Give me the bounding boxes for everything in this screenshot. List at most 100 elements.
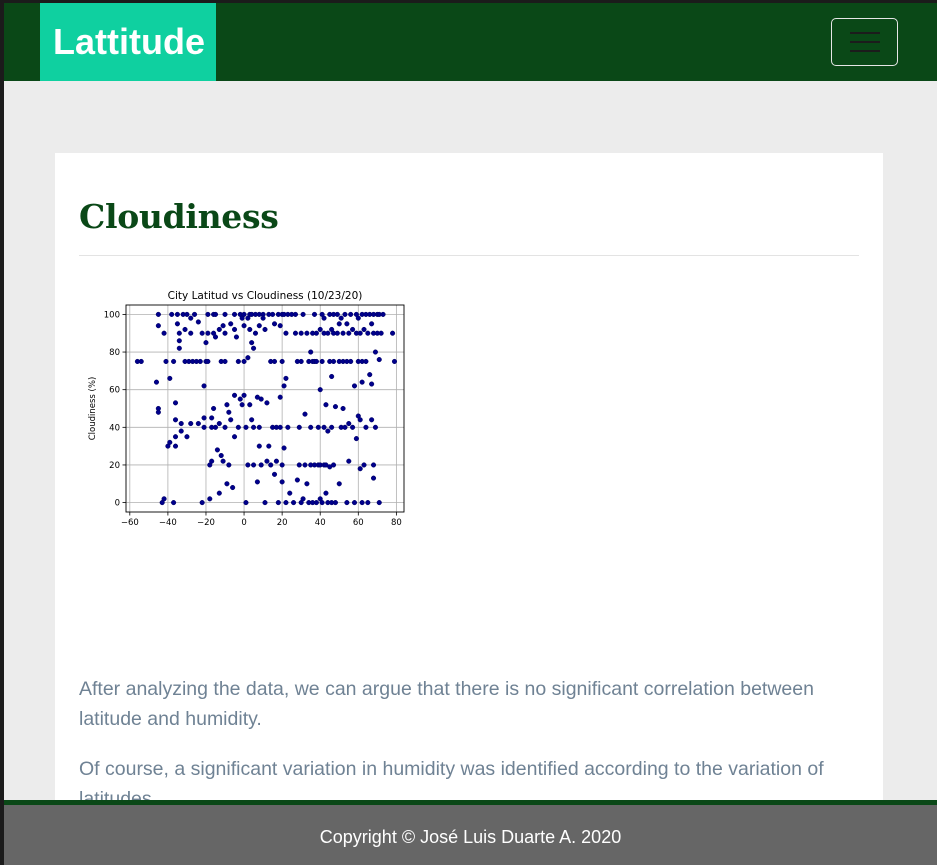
data-point bbox=[239, 402, 245, 408]
data-point bbox=[167, 439, 173, 445]
data-point bbox=[304, 330, 310, 336]
data-point bbox=[216, 326, 222, 333]
data-point bbox=[336, 481, 342, 487]
x-tick-label: 60 bbox=[353, 518, 364, 528]
data-point bbox=[336, 321, 342, 327]
data-point bbox=[340, 330, 346, 336]
data-point bbox=[212, 311, 219, 317]
data-point bbox=[205, 330, 211, 336]
x-tick-label: 80 bbox=[391, 518, 402, 528]
data-point bbox=[161, 496, 167, 502]
data-point bbox=[359, 379, 365, 385]
data-point bbox=[220, 458, 226, 464]
data-point bbox=[188, 330, 194, 336]
data-point bbox=[174, 311, 180, 317]
x-tick-label: −20 bbox=[197, 518, 215, 528]
data-point bbox=[172, 443, 179, 449]
data-point bbox=[245, 355, 251, 361]
data-point bbox=[176, 330, 182, 336]
data-point bbox=[273, 458, 279, 464]
data-point bbox=[323, 402, 329, 408]
data-point bbox=[243, 500, 249, 506]
brand-logo[interactable]: Lattitude bbox=[40, 3, 216, 81]
data-point bbox=[285, 424, 291, 430]
data-point bbox=[279, 358, 285, 365]
data-point bbox=[174, 321, 180, 327]
data-point bbox=[230, 484, 236, 491]
data-point bbox=[176, 338, 182, 344]
data-point bbox=[228, 321, 234, 327]
data-point bbox=[294, 477, 300, 483]
data-point bbox=[211, 405, 217, 412]
data-point bbox=[313, 358, 319, 365]
data-point bbox=[176, 345, 182, 351]
data-point bbox=[251, 462, 257, 468]
data-point bbox=[334, 330, 340, 336]
footer-copyright: Copyright © José Luis Duarte A. 2020 bbox=[319, 827, 622, 847]
data-point bbox=[216, 421, 222, 427]
data-point bbox=[178, 421, 184, 427]
data-point bbox=[220, 323, 226, 329]
data-point bbox=[222, 358, 228, 365]
content-card: Cloudiness City Latitud vs Cloudiness (1… bbox=[55, 153, 883, 853]
data-point bbox=[378, 330, 384, 336]
data-point bbox=[329, 424, 335, 430]
data-point bbox=[201, 415, 207, 421]
data-point bbox=[231, 392, 238, 398]
data-point bbox=[283, 375, 289, 381]
data-point bbox=[241, 392, 247, 398]
data-point bbox=[351, 383, 358, 389]
data-point bbox=[264, 400, 270, 406]
data-point bbox=[222, 311, 228, 317]
data-point bbox=[281, 383, 287, 389]
data-point bbox=[231, 326, 238, 333]
data-point bbox=[199, 330, 205, 336]
data-point bbox=[201, 383, 207, 389]
data-point bbox=[319, 358, 325, 365]
x-tick-label: −40 bbox=[159, 518, 177, 528]
data-point bbox=[332, 404, 339, 410]
data-point bbox=[205, 311, 211, 317]
analysis-paragraph-1: After analyzing the data, we can argue t… bbox=[79, 678, 814, 730]
data-point bbox=[329, 373, 335, 380]
data-point bbox=[390, 330, 396, 336]
data-point bbox=[376, 357, 382, 363]
footer: Copyright © José Luis Duarte A. 2020 bbox=[4, 805, 937, 865]
data-point bbox=[254, 479, 260, 485]
data-point bbox=[209, 415, 215, 421]
data-point bbox=[226, 462, 232, 468]
data-point bbox=[380, 311, 386, 317]
data-point bbox=[365, 330, 371, 336]
data-point bbox=[370, 462, 377, 468]
data-point bbox=[342, 424, 348, 430]
page-title: Cloudiness bbox=[79, 197, 279, 236]
data-point bbox=[260, 315, 266, 321]
data-point bbox=[266, 443, 272, 449]
data-point bbox=[262, 500, 268, 506]
data-point bbox=[184, 434, 190, 440]
data-point bbox=[391, 358, 398, 365]
data-point bbox=[287, 490, 293, 496]
data-point bbox=[357, 466, 363, 472]
data-point bbox=[212, 424, 219, 430]
data-point bbox=[277, 424, 283, 430]
data-point bbox=[258, 462, 264, 468]
data-point bbox=[330, 462, 337, 468]
data-point bbox=[369, 381, 375, 387]
x-tick-label: 0 bbox=[241, 518, 246, 528]
data-point bbox=[302, 462, 308, 468]
data-point bbox=[231, 434, 238, 440]
title-divider bbox=[79, 255, 859, 256]
data-point bbox=[163, 358, 169, 365]
x-tick-label: 40 bbox=[315, 518, 326, 528]
data-point bbox=[372, 349, 378, 355]
data-point bbox=[235, 424, 241, 430]
data-point bbox=[317, 387, 323, 393]
navbar-toggle-button[interactable] bbox=[831, 18, 898, 66]
data-point bbox=[344, 500, 350, 506]
y-axis-label: Cloudiness (%) bbox=[88, 377, 98, 441]
data-point bbox=[365, 500, 371, 506]
data-point bbox=[171, 500, 177, 506]
data-point bbox=[256, 424, 262, 430]
y-tick-label: 20 bbox=[109, 461, 120, 471]
